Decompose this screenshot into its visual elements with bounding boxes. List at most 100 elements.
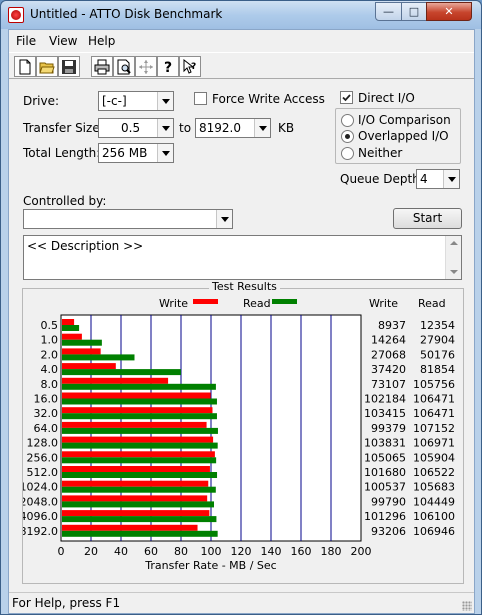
y-tick-label: 32.0 xyxy=(34,407,59,420)
total-length-select[interactable]: 256 MB xyxy=(98,143,174,163)
write-value: 37420 xyxy=(371,363,406,376)
force-write-checkbox[interactable] xyxy=(194,92,207,105)
write-bar xyxy=(62,524,198,531)
svg-text:?: ? xyxy=(191,62,196,72)
x-tick-label: 100 xyxy=(201,545,222,558)
write-bar xyxy=(62,363,116,370)
transfer-from-select[interactable]: 0.5 xyxy=(98,118,174,138)
chevron-down-icon[interactable] xyxy=(216,210,232,228)
open-icon[interactable] xyxy=(36,56,58,77)
write-value: 73107 xyxy=(371,378,406,391)
transfer-size-label: Transfer Size: xyxy=(23,121,104,135)
neither-radio[interactable] xyxy=(341,147,354,160)
minimize-button[interactable]: — xyxy=(375,2,402,21)
test-results-group: Test Results Write Read Write Read 0.5 89… xyxy=(22,280,464,584)
description-scrollbar[interactable] xyxy=(445,236,461,279)
checkmark-icon xyxy=(342,94,351,102)
write-bar xyxy=(62,480,209,487)
context-help-icon[interactable]: ? xyxy=(179,56,201,77)
read-bar xyxy=(62,413,217,420)
read-value: 81854 xyxy=(420,363,455,376)
total-length-label: Total Length: xyxy=(23,146,101,160)
close-button[interactable]: ✕ xyxy=(426,2,472,21)
read-bar xyxy=(62,486,216,493)
write-value: 8937 xyxy=(378,319,406,332)
y-tick-label: 2048.0 xyxy=(23,495,58,508)
chevron-down-icon[interactable] xyxy=(254,119,270,137)
direct-io-checkbox[interactable] xyxy=(340,91,353,104)
queue-depth-label: Queue Depth: xyxy=(340,172,424,186)
overlapped-io-radio[interactable] xyxy=(341,130,354,143)
queue-depth-select[interactable]: 4 xyxy=(416,169,460,189)
menu-help[interactable]: Help xyxy=(88,34,115,48)
y-tick-label: 128.0 xyxy=(27,437,59,450)
write-value: 93206 xyxy=(371,525,406,538)
write-value: 103415 xyxy=(364,407,406,420)
save-icon[interactable] xyxy=(58,56,80,77)
read-bar xyxy=(62,398,217,405)
resize-grip-icon[interactable] xyxy=(462,601,472,611)
read-value: 50176 xyxy=(420,348,455,361)
start-button[interactable]: Start xyxy=(393,208,462,229)
write-value: 101296 xyxy=(364,510,406,523)
to-label: to xyxy=(179,121,192,135)
drive-select[interactable]: [-c-] xyxy=(98,91,174,111)
transfer-to-select[interactable]: 8192.0 xyxy=(195,118,271,138)
write-bar xyxy=(62,348,101,355)
y-tick-label: 256.0 xyxy=(27,451,59,464)
status-bar: For Help, press F1 xyxy=(9,592,474,613)
chevron-down-icon[interactable] xyxy=(157,144,173,162)
x-tick-label: 200 xyxy=(351,545,372,558)
write-bar xyxy=(62,510,210,517)
column-read-header: Read xyxy=(418,297,446,310)
client-area: File View Help ? ? Drive: [-c-] Force Wr… xyxy=(8,29,475,614)
write-value: 14264 xyxy=(371,334,406,347)
scroll-up-icon[interactable] xyxy=(450,241,458,245)
x-tick-label: 80 xyxy=(174,545,188,558)
move-icon[interactable] xyxy=(135,56,157,77)
transfer-to-value: 8192.0 xyxy=(199,121,241,135)
chevron-down-icon[interactable] xyxy=(157,119,173,137)
read-bar xyxy=(62,369,181,376)
write-bar xyxy=(62,466,210,472)
app-icon[interactable] xyxy=(8,7,24,23)
kb-label: KB xyxy=(278,121,295,135)
y-tick-label: 8192.0 xyxy=(23,525,58,538)
neither-label: Neither xyxy=(358,146,403,160)
help-icon[interactable]: ? xyxy=(157,56,179,77)
x-tick-label: 0 xyxy=(58,545,65,558)
y-tick-label: 512.0 xyxy=(27,466,59,479)
chevron-down-icon[interactable] xyxy=(157,92,173,110)
io-comparison-radio[interactable] xyxy=(341,114,354,127)
scroll-down-icon[interactable] xyxy=(450,270,458,274)
read-value: 104449 xyxy=(413,495,455,508)
read-value: 105683 xyxy=(413,481,455,494)
write-value: 27068 xyxy=(371,348,406,361)
maximize-button[interactable]: □ xyxy=(401,2,427,21)
read-bar xyxy=(62,442,218,449)
print-icon[interactable] xyxy=(91,56,113,77)
write-bar xyxy=(62,407,213,414)
io-comparison-label: I/O Comparison xyxy=(358,113,451,127)
controlled-by-select[interactable] xyxy=(23,209,233,229)
y-tick-label: 0.5 xyxy=(41,319,59,332)
write-bar xyxy=(62,495,208,502)
x-tick-label: 60 xyxy=(144,545,158,558)
print-preview-icon[interactable] xyxy=(113,56,135,77)
x-axis-label: Transfer Rate - MB / Sec xyxy=(144,559,276,572)
drive-label: Drive: xyxy=(23,94,60,108)
status-text: For Help, press F1 xyxy=(12,596,121,610)
chevron-down-icon[interactable] xyxy=(443,170,459,188)
read-value: 106471 xyxy=(413,407,455,420)
read-value: 106522 xyxy=(413,466,455,479)
menu-file[interactable]: File xyxy=(16,34,36,48)
title-bar[interactable]: Untitled - ATTO Disk Benchmark — □ ✕ xyxy=(1,1,481,29)
y-tick-label: 1024.0 xyxy=(23,481,58,494)
queue-depth-value: 4 xyxy=(420,172,428,186)
app-window: Untitled - ATTO Disk Benchmark — □ ✕ Fil… xyxy=(0,0,482,615)
description-textarea[interactable]: << Description >> xyxy=(23,235,462,280)
new-icon[interactable] xyxy=(14,56,36,77)
menu-view[interactable]: View xyxy=(49,34,77,48)
read-bar xyxy=(62,516,217,523)
legend-write-label: Write xyxy=(159,297,188,310)
